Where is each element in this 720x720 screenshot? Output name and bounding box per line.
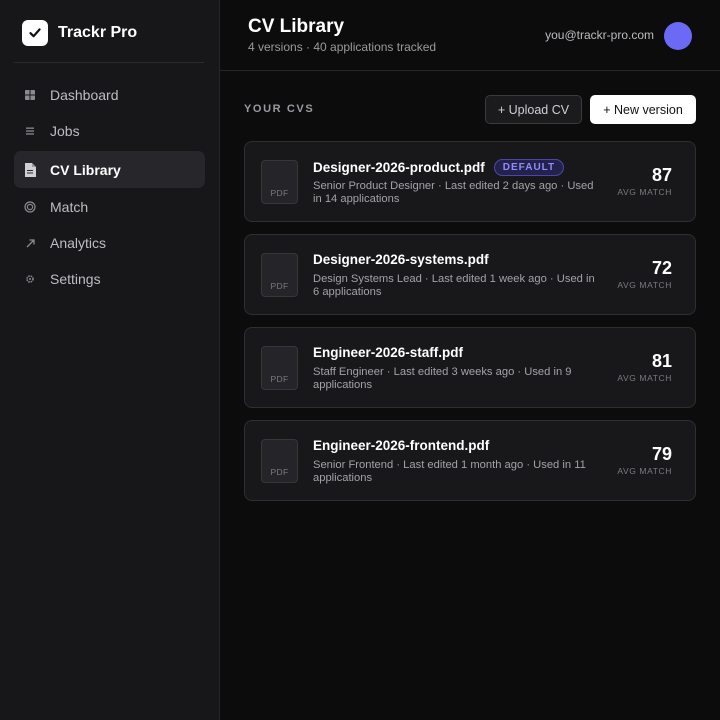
sidebar-item-label: Dashboard	[50, 87, 119, 103]
cv-card[interactable]: PDF Engineer-2026-staff.pdf Staff Engine…	[244, 327, 696, 408]
cv-meta: Design Systems Lead · Last edited 1 week…	[313, 273, 595, 298]
section-label: YOUR CVS	[244, 103, 315, 115]
sidebar-item-label: Settings	[50, 271, 101, 287]
cv-list: PDF Designer-2026-product.pdf DEFAULT Se…	[244, 141, 696, 513]
default-badge: DEFAULT	[493, 159, 565, 176]
list-icon	[24, 125, 36, 137]
document-icon	[24, 162, 36, 177]
trend-arrow-icon	[24, 237, 36, 249]
user-email: you@trackr-pro.com	[545, 28, 654, 42]
brand[interactable]: Trackr Pro	[14, 0, 204, 63]
sidebar-item-cv-library[interactable]: CV Library	[14, 151, 205, 188]
cv-meta: Staff Engineer · Last edited 3 weeks ago…	[313, 366, 572, 391]
cv-meta: Senior Product Designer · Last edited 2 …	[313, 180, 594, 205]
avg-match-score: 72	[651, 258, 672, 278]
sidebar-item-analytics[interactable]: Analytics	[14, 225, 205, 261]
avg-match-label: AVG MATCH	[617, 373, 672, 383]
pdf-file-icon: PDF	[261, 160, 298, 204]
cv-meta: Senior Frontend · Last edited 1 month ag…	[313, 459, 586, 484]
cv-name: Designer-2026-systems.pdf	[313, 252, 489, 267]
pdf-file-icon: PDF	[261, 253, 298, 297]
avg-match-score: 87	[651, 165, 672, 185]
cv-card[interactable]: PDF Designer-2026-product.pdf DEFAULT Se…	[244, 141, 696, 222]
page-subtitle: 4 versions · 40 applications tracked	[248, 40, 437, 54]
sidebar-item-settings[interactable]: Settings	[14, 261, 205, 297]
cv-card[interactable]: PDF Designer-2026-systems.pdf Design Sys…	[244, 234, 696, 315]
new-version-button[interactable]: + New version	[590, 95, 696, 124]
grid-icon	[24, 89, 36, 101]
sidebar-item-label: Match	[50, 199, 89, 215]
file-ext-label: PDF	[270, 374, 289, 384]
upload-cv-button[interactable]: + Upload CV	[485, 95, 582, 124]
avg-match-label: AVG MATCH	[617, 466, 672, 476]
gear-icon	[24, 273, 36, 285]
file-ext-label: PDF	[270, 467, 289, 477]
sidebar-nav: Dashboard Jobs CV Library Match Analytic…	[14, 77, 205, 297]
sidebar-item-dashboard[interactable]: Dashboard	[14, 77, 205, 113]
pdf-file-icon: PDF	[261, 439, 298, 483]
target-icon	[24, 201, 36, 213]
avatar[interactable]	[664, 22, 692, 50]
sidebar-item-label: Analytics	[50, 235, 107, 251]
cv-name-row: Designer-2026-systems.pdf	[313, 252, 489, 267]
sidebar-item-match[interactable]: Match	[14, 189, 205, 225]
brand-name: Trackr Pro	[58, 24, 138, 41]
sidebar: Trackr Pro Dashboard Jobs CV Library Mat…	[0, 0, 220, 720]
cv-card[interactable]: PDF Engineer-2026-frontend.pdf Senior Fr…	[244, 420, 696, 501]
cv-name-row: Designer-2026-product.pdf DEFAULT	[313, 159, 565, 176]
sidebar-item-label: CV Library	[50, 161, 121, 178]
avg-match-score: 81	[651, 351, 672, 371]
avg-match-label: AVG MATCH	[617, 187, 672, 197]
page-title: CV Library	[248, 16, 345, 37]
check-icon	[22, 20, 48, 46]
cv-name-row: Engineer-2026-frontend.pdf	[313, 438, 489, 453]
sidebar-item-label: Jobs	[50, 123, 80, 139]
cv-name: Engineer-2026-frontend.pdf	[313, 438, 490, 453]
sidebar-item-jobs[interactable]: Jobs	[14, 113, 205, 149]
avg-match-label: AVG MATCH	[617, 280, 672, 290]
cv-name: Designer-2026-product.pdf	[313, 160, 485, 175]
cv-name: Engineer-2026-staff.pdf	[313, 345, 464, 360]
cv-name-row: Engineer-2026-staff.pdf	[313, 345, 463, 360]
file-ext-label: PDF	[270, 281, 289, 291]
pdf-file-icon: PDF	[261, 346, 298, 390]
top-bar: CV Library 4 versions · 40 applications …	[220, 0, 720, 71]
avg-match-score: 79	[651, 444, 672, 464]
file-ext-label: PDF	[270, 188, 289, 198]
